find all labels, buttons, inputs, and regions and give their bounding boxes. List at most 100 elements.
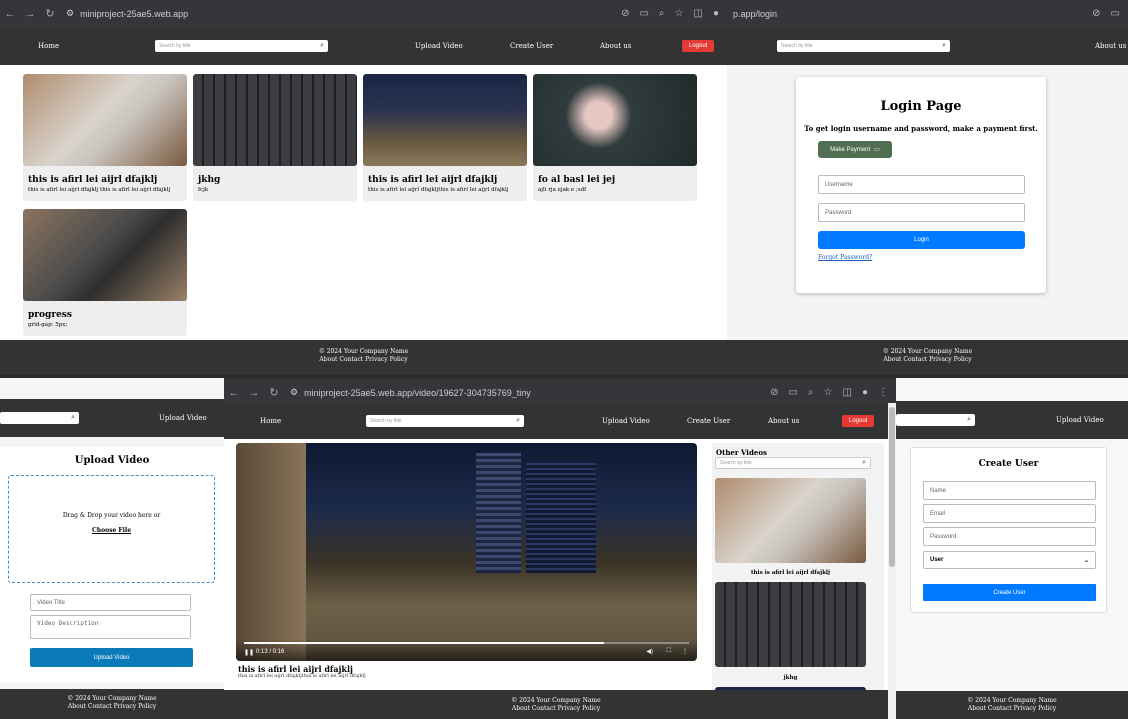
side-video-thumbnail[interactable] [715,478,866,563]
footer-privacy-link[interactable]: Privacy Policy [558,705,600,712]
video-thumbnail[interactable] [533,74,697,166]
nav-upload[interactable]: Upload Video [415,42,463,50]
footer-privacy-link[interactable]: Privacy Policy [365,356,407,363]
search-input[interactable]: Search by title ⌕ [366,415,524,427]
role-select[interactable]: User ⌄ [923,551,1096,569]
forgot-password-link[interactable]: Forgot Password? [818,254,872,261]
search-icon[interactable]: ⌕ [320,42,324,50]
pause-icon[interactable]: ❚❚ [244,649,254,656]
cast-icon[interactable]: ▭ [639,8,648,19]
footer-contact-link[interactable]: Contact [339,356,363,363]
video-player[interactable]: ❚❚ 0:13 / 0:16 ◀) ⛶ ⋮ [236,443,697,661]
footer-about-link[interactable]: About [512,705,530,712]
email-field[interactable]: Email [923,504,1096,523]
menu-icon[interactable]: ⋮ [878,387,888,398]
footer-privacy-link[interactable]: Privacy Policy [114,703,156,710]
seek-bar[interactable] [244,642,689,644]
footer-privacy-link[interactable]: Privacy Policy [929,356,971,363]
create-user-button[interactable]: Create User [923,584,1096,601]
cast-icon[interactable]: ▭ [788,387,797,398]
login-button[interactable]: Login [818,231,1025,249]
star-icon[interactable]: ☆ [824,387,833,398]
volume-icon[interactable]: ◀) [646,648,653,655]
video-thumbnail[interactable] [23,74,187,166]
video-title-field[interactable]: Video Title [30,594,191,611]
zoom-icon[interactable]: ⌕ [808,387,814,398]
other-search-input[interactable]: Search by title ⌕ [715,457,871,469]
nav-create-user[interactable]: Create User [510,42,553,50]
search-icon[interactable]: ⌕ [862,459,866,467]
make-payment-button[interactable]: Make Payment ▭ [818,141,892,158]
zoom-icon[interactable]: ⌕ [659,8,665,19]
scrollbar-thumb[interactable] [889,407,895,567]
password-field[interactable]: Password [923,527,1096,546]
drop-zone[interactable]: Drag & Drop your video here or Choose Fi… [8,475,215,583]
footer-contact-link[interactable]: Contact [988,705,1012,712]
nav-upload[interactable]: Upload Video [1056,416,1104,424]
video-card[interactable]: this is afirl lei aijrl dfajklj this is … [23,74,187,201]
side-video-title[interactable]: this is afirl lei aijrl dfajklj [715,570,866,576]
star-icon[interactable]: ☆ [675,8,684,19]
footer-about-link[interactable]: About [968,705,986,712]
choose-file-link[interactable]: Choose File [9,527,214,534]
nav-upload[interactable]: Upload Video [159,414,207,422]
password-field[interactable]: Password [818,203,1025,222]
search-icon[interactable]: ⌕ [516,417,520,425]
address-bar[interactable]: p.app/login [733,9,777,19]
reload-icon[interactable]: ↻ [264,386,284,399]
side-video-thumbnail[interactable] [715,582,866,667]
footer-privacy-link[interactable]: Privacy Policy [1014,705,1056,712]
side-video-title[interactable]: jkhg [715,675,866,681]
video-description-field[interactable]: Video Description [30,615,191,639]
nav-home[interactable]: Home [260,417,281,425]
upload-video-button[interactable]: Upload Video [30,648,193,667]
search-input[interactable]: ⌕ [0,412,79,424]
forward-icon[interactable]: → [244,387,264,399]
back-icon[interactable]: ← [0,8,20,20]
search-icon[interactable]: ⌕ [71,414,75,422]
video-card[interactable]: jkhg fcjk [193,74,357,201]
footer-contact-link[interactable]: Contact [903,356,927,363]
eye-off-icon[interactable]: ⊘ [770,387,778,398]
footer-about-link[interactable]: About [68,703,86,710]
extension-icon[interactable]: ◫ [694,8,703,19]
reload-icon[interactable]: ↻ [40,7,60,20]
footer-contact-link[interactable]: Contact [88,703,112,710]
nav-about[interactable]: About us [1095,42,1126,50]
search-icon[interactable]: ⌕ [942,42,946,50]
extension-icon[interactable]: ◫ [843,387,852,398]
profile-icon[interactable]: ● [713,8,719,19]
fullscreen-icon[interactable]: ⛶ [667,648,671,655]
nav-home[interactable]: Home [38,42,59,50]
forward-icon[interactable]: → [20,8,40,20]
video-thumbnail[interactable] [23,209,187,301]
site-info-icon[interactable]: ⚙ [290,387,298,398]
eye-off-icon[interactable]: ⊘ [1092,8,1100,19]
footer-about-link[interactable]: About [319,356,337,363]
video-thumbnail[interactable] [363,74,527,166]
video-thumbnail[interactable] [193,74,357,166]
logout-button[interactable]: Logout [842,415,875,427]
nav-create-user[interactable]: Create User [687,417,730,425]
video-card[interactable]: fo al basl lei jej ajli rja ejak e ;sdf [533,74,697,201]
cast-icon[interactable]: ▭ [1111,8,1120,19]
nav-upload[interactable]: Upload Video [602,417,650,425]
search-input[interactable]: Search by title ⌕ [777,40,950,52]
footer-about-link[interactable]: About [883,356,901,363]
name-field[interactable]: Name [923,481,1096,500]
profile-icon[interactable]: ● [862,387,868,398]
search-input[interactable]: ⌕ [896,414,975,426]
site-info-icon[interactable]: ⚙ [66,8,74,19]
eye-off-icon[interactable]: ⊘ [621,8,629,19]
search-input[interactable]: Search by title ⌕ [155,40,328,52]
nav-about[interactable]: About us [600,42,631,50]
video-card[interactable]: progress grid-gap: 5px; [23,209,187,336]
logout-button[interactable]: Logout [682,40,715,52]
more-icon[interactable]: ⋮ [682,648,688,655]
search-icon[interactable]: ⌕ [967,416,971,424]
footer-contact-link[interactable]: Contact [532,705,556,712]
address-bar[interactable]: miniproject-25ae5.web.app [80,9,188,19]
video-card[interactable]: this is afirl lei aijrl dfajklj this is … [363,74,527,201]
scrollbar[interactable] [888,403,896,719]
nav-about[interactable]: About us [768,417,799,425]
